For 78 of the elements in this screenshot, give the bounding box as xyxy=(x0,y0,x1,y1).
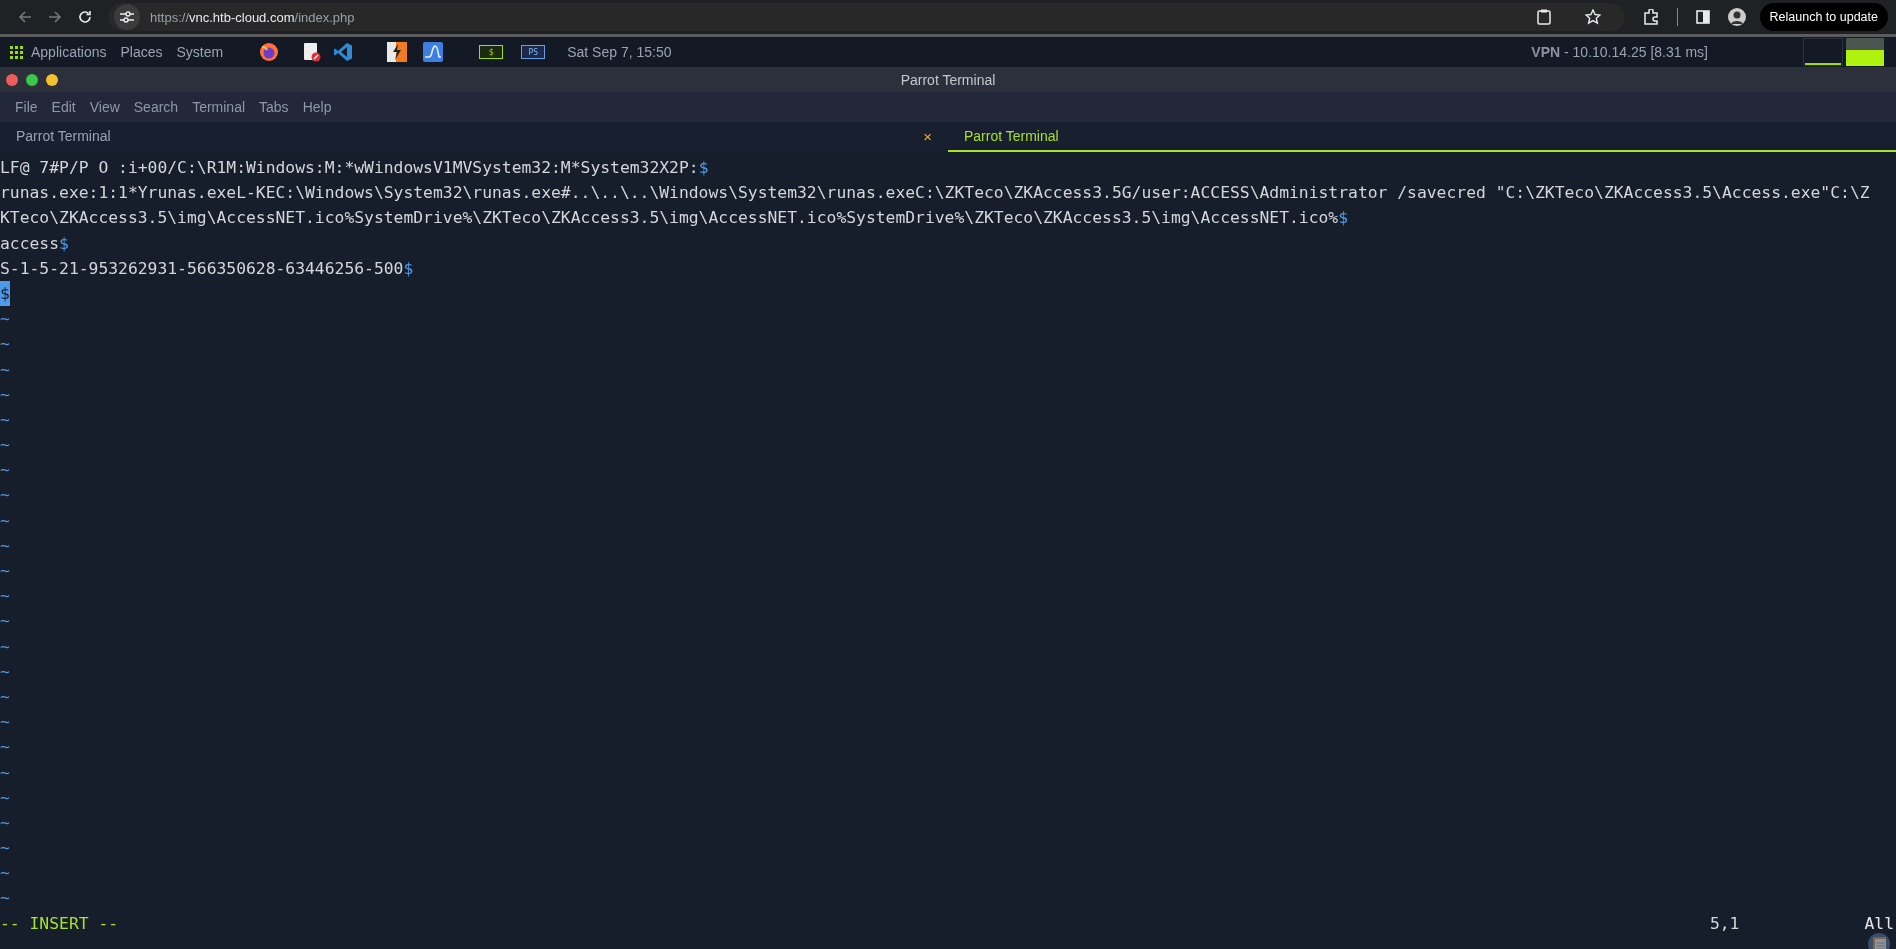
vpn-status: VPN - 10.10.14.25 [8.31 ms] xyxy=(1531,44,1708,60)
app-grid-icon[interactable] xyxy=(10,45,23,59)
empty-line-marker: ~ xyxy=(0,308,10,331)
forward-arrow-icon[interactable] xyxy=(48,10,62,24)
avatar-icon[interactable] xyxy=(1727,8,1746,26)
menu-item[interactable]: Edit xyxy=(44,99,83,115)
cursor: $ xyxy=(0,280,10,307)
menu-item[interactable]: Tabs xyxy=(252,99,296,115)
wave-graph-icon[interactable] xyxy=(423,42,444,62)
clipboard-button[interactable] xyxy=(1868,932,1890,949)
clipboard-icon[interactable] xyxy=(1536,9,1551,25)
lightning-icon[interactable] xyxy=(387,42,408,62)
end-of-line-marker: $ xyxy=(1338,207,1349,230)
empty-line-marker: ~ xyxy=(0,635,10,658)
empty-line-marker: ~ xyxy=(0,736,10,759)
empty-line-marker: ~ xyxy=(0,358,10,381)
menu-item[interactable]: View xyxy=(82,99,127,115)
panel-clock: Sat Sep 7, 15:50 xyxy=(567,44,672,60)
empty-line-marker: ~ xyxy=(0,761,10,784)
empty-line-marker: ~ xyxy=(0,509,10,532)
end-of-line-marker: $ xyxy=(59,232,69,255)
reload-icon[interactable] xyxy=(78,10,92,24)
firefox-icon[interactable] xyxy=(259,42,280,62)
empty-line-marker: ~ xyxy=(0,837,10,860)
menu-item[interactable]: Terminal xyxy=(185,99,253,115)
empty-line-marker: ~ xyxy=(0,383,10,406)
menu-item[interactable]: Help xyxy=(295,99,339,115)
empty-line-marker: ~ xyxy=(0,887,10,910)
end-of-line-marker: $ xyxy=(698,157,709,179)
empty-line-marker: ~ xyxy=(0,685,10,708)
terminal-launcher[interactable]: $ xyxy=(479,45,504,59)
document-icon[interactable] xyxy=(303,42,322,62)
clipboard-icon xyxy=(1872,935,1886,949)
empty-line-marker: ~ xyxy=(0,560,10,582)
terminal-tab[interactable]: Parrot Terminal × xyxy=(0,122,948,152)
close-tab-button[interactable]: × xyxy=(923,127,932,145)
minimize-button[interactable] xyxy=(46,73,58,86)
code-editor-icon[interactable] xyxy=(333,42,354,62)
panel-menu[interactable]: Places xyxy=(120,44,163,60)
back-arrow-icon[interactable] xyxy=(18,10,32,24)
mode-indicator: -- INSERT -- xyxy=(0,912,119,935)
empty-line-marker: ~ xyxy=(0,484,10,507)
side-panel-icon[interactable] xyxy=(1695,10,1710,24)
scroll-position: All xyxy=(1864,912,1894,935)
empty-line-marker: ~ xyxy=(0,610,10,633)
window-title: Parrot Terminal xyxy=(900,71,996,88)
cursor-position: 5,1 xyxy=(1709,912,1740,935)
terminal-line: LF@ 7#P/P O :i+00/C:\R1M:Windows:M:*wWindowsV1MVSystem32:M*System32X2P: xyxy=(0,157,699,179)
star-icon[interactable] xyxy=(1584,9,1601,25)
url-text: https://vnc.htb-cloud.com/index.php xyxy=(150,9,355,25)
terminal-line: runas.exe:1:1*Yrunas.exeL-KEC:\Windows\System32\runas.exe#..\..\..\Windows\System32\runas.exeC:\ZKTeco\ZKAccess3.5G/user:ACCESS\Administrator /savecred "C:\ZKTeco\ZKAccess3.5\Access.exe"C:\Z xyxy=(0,182,1870,205)
empty-line-marker: ~ xyxy=(0,434,10,457)
empty-line-marker: ~ xyxy=(0,534,10,557)
extensions-icon[interactable] xyxy=(1642,9,1659,25)
empty-line-marker: ~ xyxy=(0,786,10,809)
end-of-line-marker: $ xyxy=(403,257,414,280)
menu-item[interactable]: File xyxy=(8,99,45,115)
powershell-launcher[interactable]: PS xyxy=(521,45,546,59)
relaunch-button[interactable]: Relaunch to update xyxy=(1759,3,1888,31)
memory-graph-icon xyxy=(1846,38,1884,66)
close-button[interactable] xyxy=(6,73,18,86)
terminal-line: access xyxy=(0,232,60,255)
empty-line-marker: ~ xyxy=(0,585,10,608)
site-settings-icon[interactable] xyxy=(120,11,134,23)
panel-menu[interactable]: Applications xyxy=(31,44,107,60)
empty-line-marker: ~ xyxy=(0,660,10,683)
terminal-line: KTeco\ZKAccess3.5\img\AccessNET.ico%SystemDrive%\ZKTeco\ZKAccess3.5\img\AccessNET.ico%SystemDrive%\ZKTeco\ZKAccess3.5\img\AccessNET.ico% xyxy=(0,207,1339,230)
empty-line-marker: ~ xyxy=(0,459,10,482)
panel-menu[interactable]: System xyxy=(176,44,224,60)
empty-line-marker: ~ xyxy=(0,862,10,885)
maximize-button[interactable] xyxy=(26,73,38,86)
menu-item[interactable]: Search xyxy=(126,99,186,115)
empty-line-marker: ~ xyxy=(0,333,10,356)
address-bar[interactable]: https://vnc.htb-cloud.com/index.php xyxy=(108,3,1625,31)
empty-line-marker: ~ xyxy=(0,811,10,834)
empty-line-marker: ~ xyxy=(0,408,10,431)
empty-line-marker: ~ xyxy=(0,711,10,734)
terminal-line: S-1-5-21-953262931-566350628-63446256-500 xyxy=(0,257,404,280)
